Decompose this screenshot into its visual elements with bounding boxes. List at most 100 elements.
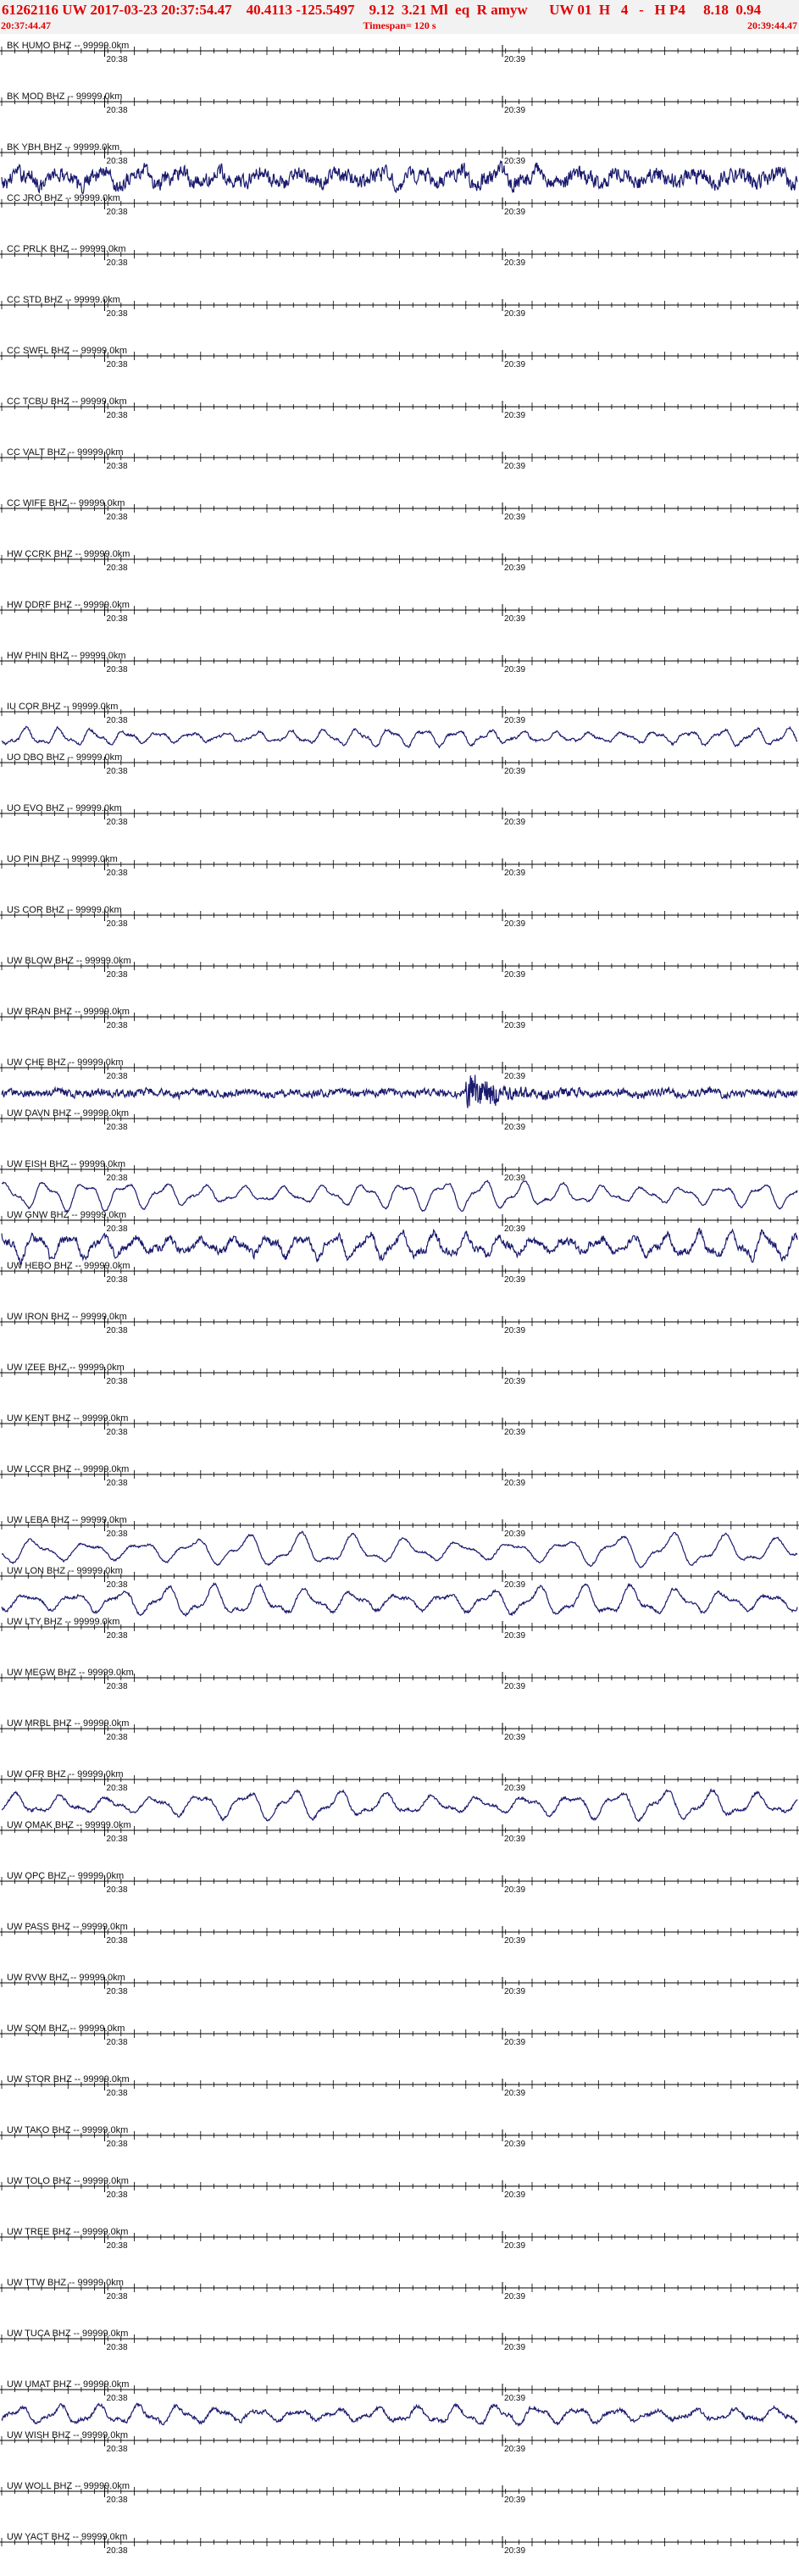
time-axis-ticks	[1, 199, 798, 208]
time-axis-ticks	[1, 708, 798, 716]
station-label: UW LEBA BHZ -- 99999.0km	[7, 1515, 127, 1525]
time-axis-ticks	[1, 1623, 798, 1631]
trace-row: 20:38 20:39 UW CHE BHZ -- 99999.0km	[0, 1058, 799, 1108]
seismogram-panel: 20:38 20:39BK HUMO BHZ -- 99999.0km20:38 2…	[0, 41, 799, 2568]
time-tick-label: 20:39	[504, 2546, 525, 2556]
trace-row: 20:38 20:39 CC TCBU BHZ -- 99999.0km	[0, 397, 799, 433]
trace-row: 20:38 20:39 CC VALT BHZ -- 99999.0km	[0, 447, 799, 484]
trace-row: 20:38 20:39 UW MEGW BHZ -- 99999.0km	[0, 1668, 799, 1704]
time-tick-label: 20:39	[504, 614, 525, 624]
time-tick-label: 20:39	[504, 1377, 525, 1386]
time-tick-label: 20:38	[107, 1682, 128, 1691]
station-label: UW LCCR BHZ -- 99999.0km	[7, 1464, 129, 1474]
station-label: UW MEGW BHZ -- 99999.0km	[7, 1668, 134, 1678]
station-label: UW TTW BHZ -- 99999.0km	[7, 2278, 124, 2288]
timespan-label: Timespan= 120 s	[363, 19, 436, 31]
time-tick-label: 20:39	[504, 157, 525, 166]
time-tick-label: 20:39	[504, 1326, 525, 1335]
trace-row: 20:38 20:39 CC SWFL BHZ -- 99999.0km	[0, 346, 799, 382]
station-label: UW RVW BHZ -- 99999.0km	[7, 1973, 125, 1983]
time-tick-label: 20:38	[107, 869, 128, 878]
time-tick-label: 20:39	[504, 462, 525, 471]
waveform-trace	[1, 159, 798, 195]
time-tick-label: 20:39	[504, 106, 525, 115]
station-label: CC STD BHZ -- 99999.0km	[7, 295, 120, 305]
trace-row: 20:38 20:39 UW TTW BHZ -- 99999.0km	[0, 2278, 799, 2314]
station-label: BK HUMO BHZ -- 99999.0km	[7, 41, 129, 51]
trace-row: 20:38 20:39 UW IRON BHZ -- 99999.0km	[0, 1312, 799, 1348]
station-label: UW OFR BHZ -- 99999.0km	[7, 1769, 124, 1779]
trace-row: 20:38 20:39 CC STD BHZ -- 99999.0km	[0, 295, 799, 331]
end-time-label: 20:39:44.47	[747, 19, 797, 31]
station-label: UW STOR BHZ -- 99999.0km	[7, 2074, 130, 2085]
time-tick-label: 20:38	[107, 1885, 128, 1895]
time-tick-label: 20:39	[504, 1428, 525, 1437]
trace-row: 20:38 20:39 UW WISH BHZ -- 99999.0km	[0, 2430, 799, 2467]
trace-row: 20:38 20:39 UW MRBL BHZ -- 99999.0km	[0, 1718, 799, 1755]
trace-row: 20:38 20:39 UW OFR BHZ -- 99999.0km	[0, 1769, 799, 1823]
time-tick-label: 20:38	[107, 2292, 128, 2301]
trace-row: 20:38 20:39 UO PIN BHZ -- 99999.0km	[0, 854, 799, 891]
station-label: UW HEBO BHZ -- 99999.0km	[7, 1261, 130, 1271]
station-label: UW TREE BHZ -- 99999.0km	[7, 2227, 128, 2237]
time-tick-label: 20:39	[504, 360, 525, 369]
time-tick-label: 20:38	[107, 1733, 128, 1742]
waveform-trace	[1, 725, 798, 749]
time-tick-label: 20:39	[504, 564, 525, 573]
trace-row: 20:38 20:39 HW DDRF BHZ -- 99999.0km	[0, 600, 799, 636]
time-tick-label: 20:39	[504, 2394, 525, 2403]
time-tick-label: 20:38	[107, 1987, 128, 1996]
time-tick-label: 20:39	[504, 2190, 525, 2200]
time-tick-label: 20:38	[107, 1631, 128, 1641]
time-tick-label: 20:39	[504, 767, 525, 776]
time-tick-label: 20:38	[107, 1835, 128, 1844]
time-tick-label: 20:38	[107, 2394, 128, 2403]
trace-row: 20:38 20:39 UW STOR BHZ -- 99999.0km	[0, 2074, 799, 2111]
trace-row: 20:38 20:39 UW LEBA BHZ -- 99999.0km	[0, 1515, 799, 1568]
time-tick-label: 20:38	[107, 55, 128, 64]
time-tick-label: 20:38	[107, 716, 128, 725]
time-tick-label: 20:38	[107, 106, 128, 115]
station-label: UW TOLO BHZ -- 99999.0km	[7, 2176, 129, 2186]
station-label: CC TCBU BHZ -- 99999.0km	[7, 397, 127, 407]
trace-row: 20:38 20:39 BK MOD BHZ -- 99999.0km	[0, 92, 799, 128]
trace-row: 20:38 20:39 IU COR BHZ -- 99999.0km	[0, 702, 799, 749]
station-label: UW MRBL BHZ -- 99999.0km	[7, 1718, 129, 1729]
time-tick-label: 20:38	[107, 2343, 128, 2352]
trace-row: 20:38 20:39 UW SQM BHZ -- 99999.0km	[0, 2024, 799, 2060]
time-tick-label: 20:39	[504, 309, 525, 319]
station-label: UW EISH BHZ -- 99999.0km	[7, 1159, 125, 1169]
time-tick-label: 20:38	[107, 564, 128, 573]
station-label: UW TAKO BHZ -- 99999.0km	[7, 2125, 128, 2135]
trace-row: 20:38 20:39 US COR BHZ -- 99999.0km	[0, 905, 799, 941]
time-tick-label: 20:39	[504, 2241, 525, 2251]
station-label: UW PASS BHZ -- 99999.0km	[7, 1922, 128, 1932]
waveform-trace	[1, 2402, 798, 2428]
trace-row: 20:38 20:39 UW LON BHZ -- 99999.0km	[0, 1566, 799, 1618]
time-tick-label: 20:39	[504, 1021, 525, 1030]
time-tick-label: 20:39	[504, 1123, 525, 1132]
trace-row: 20:38 20:39 UW TUCA BHZ -- 99999.0km	[0, 2329, 799, 2365]
trace-row: 20:38 20:39 HW PHIN BHZ -- 99999.0km	[0, 651, 799, 687]
time-tick-label: 20:38	[107, 208, 128, 217]
trace-row: 20:38 20:39 UO DBO BHZ -- 99999.0km	[0, 752, 799, 789]
time-tick-label: 20:39	[504, 1530, 525, 1539]
station-label: HW CCRK BHZ -- 99999.0km	[7, 549, 130, 559]
time-tick-label: 20:38	[107, 258, 128, 268]
station-label: UW OPC BHZ -- 99999.0km	[7, 1871, 124, 1881]
time-tick-label: 20:38	[107, 1275, 128, 1285]
station-label: UW OMAK BHZ -- 99999.0km	[7, 1820, 131, 1830]
station-label: HW DDRF BHZ -- 99999.0km	[7, 600, 130, 610]
time-tick-label: 20:39	[504, 2140, 525, 2149]
station-label: UW IZEE BHZ -- 99999.0km	[7, 1363, 125, 1373]
station-label: CC PRLK BHZ -- 99999.0km	[7, 244, 126, 254]
time-tick-label: 20:39	[504, 2343, 525, 2352]
time-tick-label: 20:39	[504, 1224, 525, 1234]
time-tick-label: 20:38	[107, 2241, 128, 2251]
trace-row: 20:38 20:39 UW TAKO BHZ -- 99999.0km	[0, 2125, 799, 2162]
time-axis-ticks	[1, 301, 798, 309]
time-tick-label: 20:38	[107, 1123, 128, 1132]
time-tick-label: 20:38	[107, 1479, 128, 1488]
time-tick-label: 20:38	[107, 1580, 128, 1590]
trace-row: 20:38 20:39 UW DAVN BHZ -- 99999.0km	[0, 1108, 799, 1145]
